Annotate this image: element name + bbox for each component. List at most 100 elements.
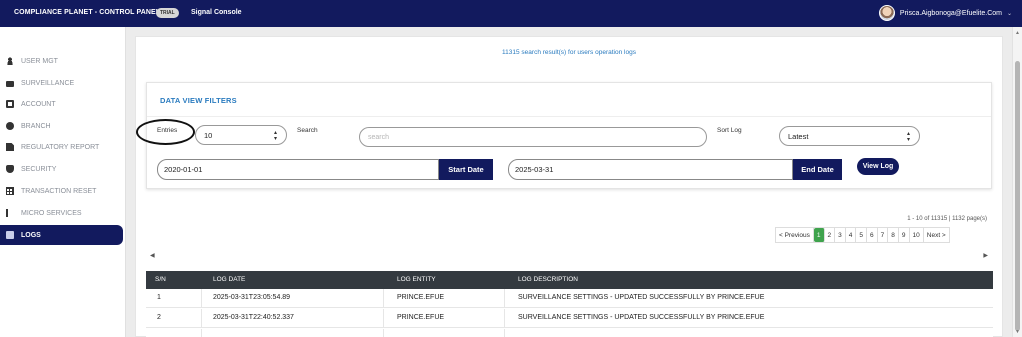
page-button-3[interactable]: 3 [835,228,846,242]
divider [201,309,202,327]
table-header: S/N LOG DATE LOG ENTITY LOG DESCRIPTION [146,271,993,289]
sidebar-item-branch[interactable]: BRANCH [0,116,123,136]
avatar[interactable] [878,5,895,21]
grid-icon [6,187,14,195]
user-circle-icon [6,122,14,130]
cell-log-date: 2025-03-31T22:40:52.337 [213,314,294,321]
pagination-info: 1 - 10 of 11315 | 1132 page(s) [907,216,987,222]
page-button-8[interactable]: 8 [888,228,899,242]
divider [504,329,505,337]
search-placeholder: search [368,133,390,141]
book-icon [6,100,14,108]
start-date-value: 2020-01-01 [164,165,203,174]
top-navbar: COMPLIANCE PLANET - CONTROL PANEL TRIAL … [0,0,1022,27]
sidebar-item-label: BRANCH [21,122,51,130]
sidebar-item-micro-services[interactable]: MICRO SERVICES [0,203,123,223]
sidebar-item-logs[interactable]: LOGS [0,225,123,245]
divider [383,329,384,337]
divider [383,309,384,327]
sidebar-item-security[interactable]: SECURITY [0,159,123,179]
scroll-down-icon[interactable]: ▼ [1015,329,1020,335]
sidebar-item-user-mgt[interactable]: USER MGT [0,51,123,71]
divider [504,289,505,307]
sort-log-label: Sort Log [717,127,742,134]
user-email[interactable]: Prisca.Aigbonoga@Efuelite.Com [900,10,1002,17]
sidebar-item-label: SURVEILLANCE [21,79,75,87]
sidebar-item-label: ACCOUNT [21,100,56,108]
end-date-button[interactable]: End Date [793,159,842,180]
cell-log-entity: PRINCE.EFUE [397,314,445,321]
sidebar-item-account[interactable]: ACCOUNT [0,94,123,114]
briefcase-icon [6,81,14,87]
scroll-right-icon[interactable]: ▶ [983,252,988,259]
sidebar-item-label: MICRO SERVICES [21,209,82,217]
divider [147,116,991,117]
sort-log-value: Latest [788,131,809,141]
page-button-2[interactable]: 2 [825,228,836,242]
user-menu[interactable]: Prisca.Aigbonoga@Efuelite.Com ⌄ [878,5,1012,21]
data-view-filters: DATA VIEW FILTERS Entries 10 ▴ ▾ Search s… [136,82,992,189]
divider [504,309,505,327]
sidebar-item-label: SECURITY [21,165,57,173]
filters-title: DATA VIEW FILTERS [160,96,237,105]
col-log-description: LOG DESCRIPTION [518,276,578,283]
sidebar: USER MGT SURVEILLANCE ACCOUNT BRANCH REG… [0,27,126,337]
page-button-5[interactable]: 5 [856,228,868,242]
select-arrows-icon: ▴ ▾ [906,131,910,143]
person-icon [6,57,14,65]
scroll-left-icon[interactable]: ◀ [150,252,155,259]
pagination: < Previous 1 2 3 4 5 6 7 8 9 10 Next > [775,227,950,243]
divider [201,329,202,337]
results-summary: 11315 search result(s) for users operati… [502,49,636,56]
branch-icon [6,209,14,217]
table-row: 1 2025-03-31T23:05:54.89 PRINCE.EFUE SUR… [146,289,993,308]
page-button-9[interactable]: 9 [899,228,910,242]
logs-icon [6,231,14,239]
cell-log-description: SURVEILLANCE SETTINGS - UPDATED SUCCESSF… [518,314,765,321]
table-row: 2 2025-03-31T22:40:52.337 PRINCE.EFUE SU… [146,309,993,328]
cell-sn: 2 [157,314,161,321]
entries-select[interactable]: 10 ▴ ▾ [195,125,287,145]
chevron-down-icon[interactable]: ⌄ [1007,10,1012,17]
sidebar-item-transaction-reset[interactable]: TRANSACTION RESET [0,181,123,201]
cell-log-description: SURVEILLANCE SETTINGS - UPDATED SUCCESSF… [518,294,765,301]
col-log-date: LOG DATE [213,276,246,283]
search-input[interactable]: search [359,127,707,147]
sidebar-item-regulatory-report[interactable]: REGULATORY REPORT [0,137,123,157]
page-button-10[interactable]: 10 [910,228,924,242]
divider [383,289,384,307]
page-button-6[interactable]: 6 [867,228,878,242]
vertical-scrollbar[interactable]: ▲ ▼ [1012,27,1022,337]
search-label: Search [297,127,318,134]
end-date-field[interactable]: 2025-03-31 [508,159,793,180]
trial-badge: TRIAL [156,8,179,18]
next-page-button[interactable]: Next > [924,228,949,242]
sidebar-item-label: USER MGT [21,57,58,65]
entries-value: 10 [204,130,213,140]
sidebar-item-surveillance[interactable]: SURVEILLANCE [0,73,123,93]
start-date-button[interactable]: Start Date [439,159,493,180]
col-log-entity: LOG ENTITY [397,276,436,283]
signal-console-link[interactable]: Signal Console [191,9,242,16]
main-panel: 11315 search result(s) for users operati… [135,36,1003,337]
sort-log-select[interactable]: Latest ▴ ▾ [779,126,920,146]
cell-log-entity: PRINCE.EFUE [397,294,445,301]
document-icon [6,143,14,151]
cell-sn: 1 [157,294,161,301]
page-button-4[interactable]: 4 [846,228,857,242]
divider [201,289,202,307]
end-date-value: 2025-03-31 [515,165,554,174]
scroll-up-icon[interactable]: ▲ [1015,30,1020,36]
sidebar-item-label: TRANSACTION RESET [21,187,97,195]
select-arrows-icon: ▴ ▾ [273,130,277,142]
sidebar-item-label: LOGS [21,231,41,239]
app-title: COMPLIANCE PLANET - CONTROL PANEL [14,9,161,16]
page-button-1[interactable]: 1 [813,228,825,242]
start-date-field[interactable]: 2020-01-01 [157,159,439,180]
scrollbar-thumb[interactable] [1015,61,1020,331]
page-button-7[interactable]: 7 [878,228,889,242]
view-log-button[interactable]: View Log [857,158,899,175]
previous-page-button[interactable]: < Previous [776,228,814,242]
cell-log-date: 2025-03-31T23:05:54.89 [213,294,291,301]
table-row [146,329,993,337]
